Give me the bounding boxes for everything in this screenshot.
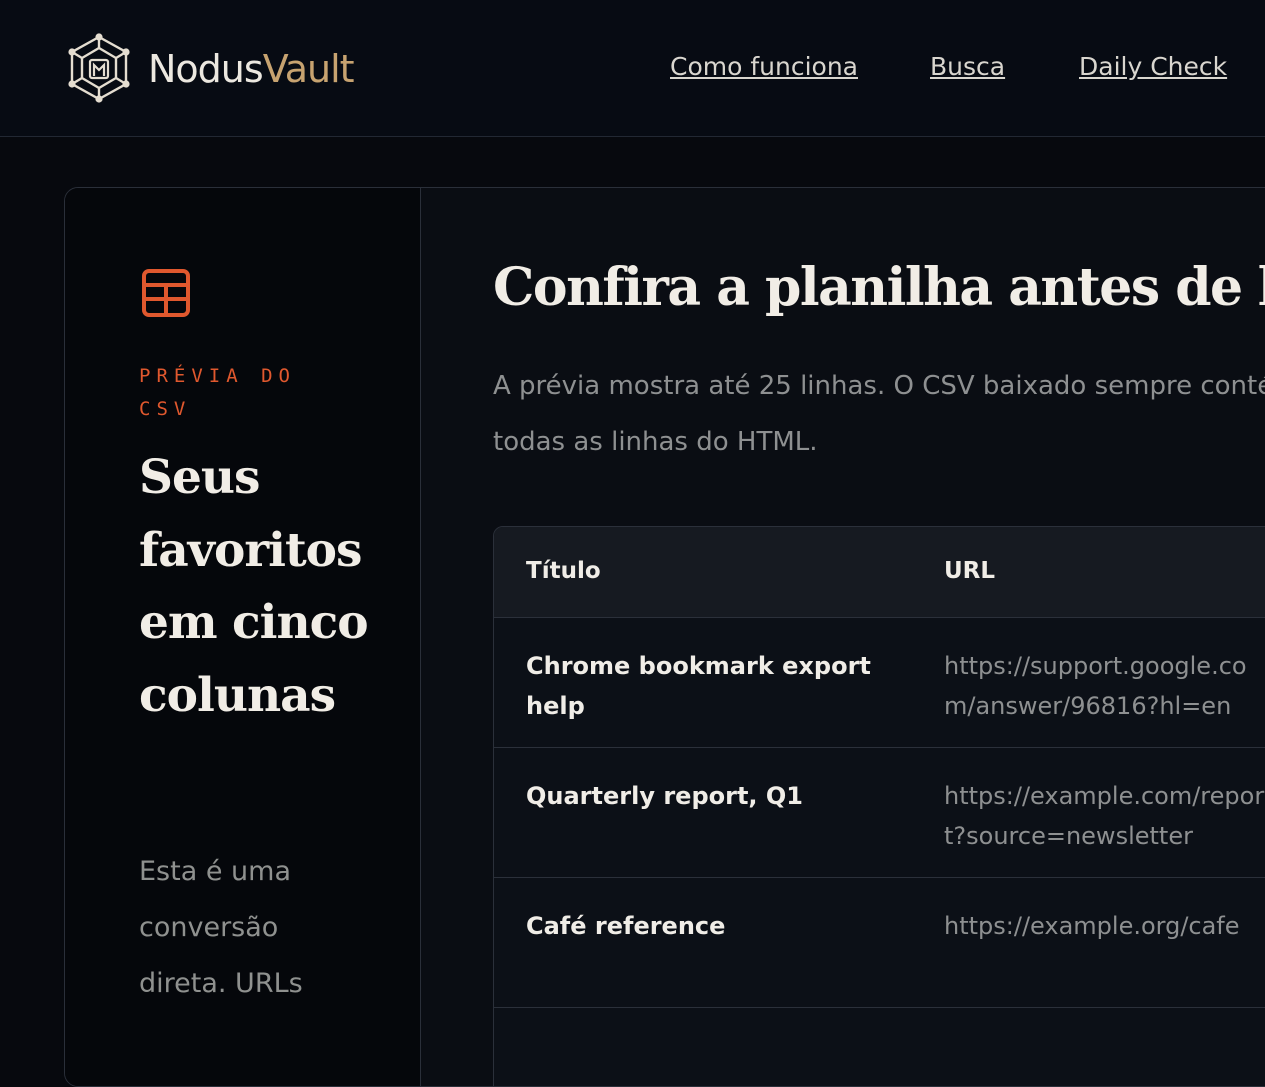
brand-name: NodusVault (148, 47, 355, 91)
column-header-titulo: Título (526, 558, 601, 584)
csv-preview-card: PRÉVIA DO CSV Seus favoritos em cinco co… (64, 187, 1265, 1087)
sidebar-eyebrow: PRÉVIA DO CSV (139, 365, 296, 420)
nav-link-daily-check[interactable]: Daily Check (1079, 52, 1227, 81)
table-header-row: Título URL (494, 527, 1265, 618)
top-header: NodusVault Como funciona Busca Daily Che… (0, 0, 1265, 137)
page-title: Confira a planilha antes de baixar (493, 257, 1265, 318)
csv-preview-table: Título URL Chrome bookmark export help h… (493, 526, 1265, 1086)
column-header-url: URL (944, 558, 996, 584)
cell-url: https://example.org/cafe (944, 912, 1240, 940)
preview-sidebar: PRÉVIA DO CSV Seus favoritos em cinco co… (65, 188, 421, 1086)
brand-name-first: Nodus (148, 47, 264, 91)
cell-url: https://example.com/report?source=newsle… (944, 782, 1265, 850)
cell-title: Quarterly report, Q1 (526, 782, 803, 810)
sidebar-description: Esta é uma conversão direta. URLs (139, 856, 303, 999)
nav-link-como-funciona[interactable]: Como funciona (670, 52, 858, 81)
table-grid-icon (141, 268, 191, 322)
table-row: Chrome bookmark export help https://supp… (494, 618, 1265, 748)
table-row: Café reference https://example.org/cafe (494, 878, 1265, 1008)
nav-link-busca[interactable]: Busca (930, 52, 1005, 81)
cell-title: Café reference (526, 912, 726, 940)
cell-title: Chrome bookmark export help (526, 652, 871, 720)
hexagon-vault-logo-icon (66, 32, 132, 106)
sidebar-title: Seus favoritos em cinco colunas (139, 450, 369, 723)
table-row: Quarterly report, Q1 https://example.com… (494, 748, 1265, 878)
page-subtitle: A prévia mostra até 25 linhas. O CSV bai… (493, 371, 1265, 457)
logo-link[interactable]: NodusVault (66, 32, 355, 106)
brand-name-second: Vault (262, 47, 355, 91)
cell-url: https://support.google.com/answer/96816?… (944, 652, 1247, 720)
